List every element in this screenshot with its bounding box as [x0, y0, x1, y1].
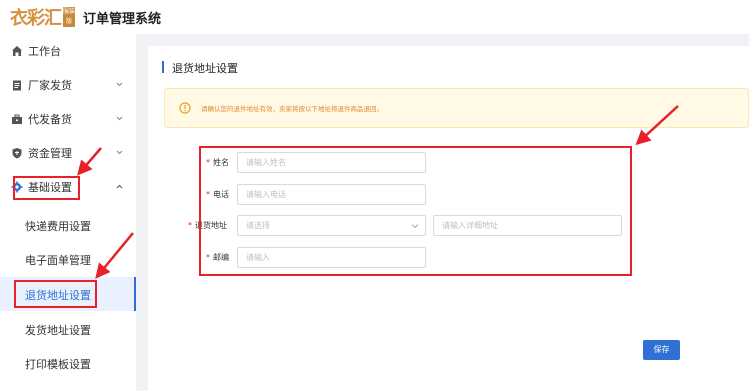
- sidebar-item-dropship-stock[interactable]: 代发备货: [0, 102, 136, 136]
- sidebar-item-label: 工作台: [28, 45, 61, 58]
- sidebar-item-label: 厂家发货: [28, 79, 72, 92]
- warning-icon: [179, 102, 191, 114]
- briefcase-icon: [12, 114, 22, 124]
- shield-icon: [12, 148, 22, 159]
- logo-badge: 服装版: [63, 7, 76, 27]
- app-title: 订单管理系统: [83, 11, 162, 27]
- annotation-box-basic-settings: [13, 176, 80, 200]
- save-button[interactable]: 保存: [643, 340, 680, 360]
- clipboard-icon: [13, 80, 21, 91]
- annotation-box-form: [199, 146, 632, 276]
- sidebar-subitem-label: 电子面单管理: [25, 254, 91, 267]
- chevron-up-icon: [116, 184, 123, 189]
- alert-text: 请确认您的退件地址有效，卖家将按以下地址将退件商品退回。: [201, 105, 383, 113]
- sidebar-subitem-e-waybill[interactable]: 电子面单管理: [0, 242, 136, 276]
- home-icon: [12, 46, 22, 56]
- app-window: 衣彩汇 服装版 订单管理系统 工作台 厂家发货 代发备货 资金管理 基础设置 快…: [0, 0, 749, 391]
- sidebar-subitem-label: 发货地址设置: [25, 324, 91, 337]
- warning-alert: 请确认您的退件地址有效，卖家将按以下地址将退件商品退回。: [164, 88, 749, 128]
- sidebar-item-label: 代发备货: [28, 113, 72, 126]
- top-header: 衣彩汇 服装版 订单管理系统: [0, 0, 749, 34]
- sidebar-subitem-shipping-address[interactable]: 发货地址设置: [0, 312, 136, 346]
- logo-text: 衣彩汇: [10, 8, 62, 29]
- chevron-down-icon: [116, 116, 123, 121]
- sidebar-subitem-print-template[interactable]: 打印模板设置: [0, 346, 136, 380]
- sidebar-item-funds[interactable]: 资金管理: [0, 136, 136, 170]
- page-title: 退货地址设置: [162, 60, 238, 76]
- required-mark: *: [188, 221, 192, 230]
- sidebar-item-label: 资金管理: [28, 147, 72, 160]
- sidebar: 工作台 厂家发货 代发备货 资金管理 基础设置 快递费用设置 电子面单管理 退货…: [0, 34, 136, 391]
- sidebar-subitem-express-fee[interactable]: 快递费用设置: [0, 208, 136, 242]
- sidebar-subitem-label: 打印模板设置: [25, 358, 91, 371]
- brand-logo: 衣彩汇 服装版: [10, 4, 75, 30]
- sidebar-item-factory-shipping[interactable]: 厂家发货: [0, 68, 136, 102]
- chevron-down-icon: [116, 82, 123, 87]
- annotation-box-return-address: [14, 280, 97, 308]
- sidebar-subitem-label: 快递费用设置: [25, 220, 91, 233]
- chevron-down-icon: [116, 150, 123, 155]
- sidebar-item-workbench[interactable]: 工作台: [0, 34, 136, 68]
